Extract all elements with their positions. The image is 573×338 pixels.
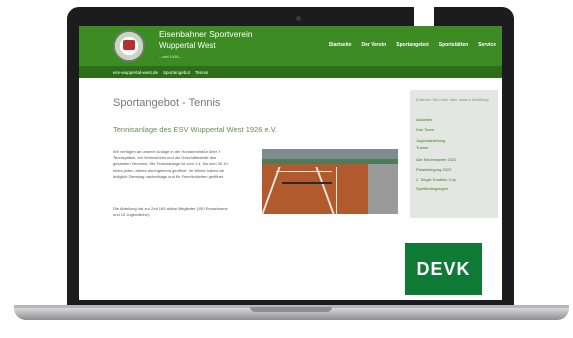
members-paragraph: Die Abteilung hat zur Zeit 165 aktive Mi… bbox=[113, 206, 228, 218]
sidebar-item-platzbelegung[interactable]: Platzbelegung 2022 bbox=[416, 167, 451, 172]
bezel-cutout bbox=[414, 7, 434, 27]
intro-paragraph: Wir verfügen an unserer Anlage in der Ho… bbox=[113, 149, 229, 179]
sidebar-item-team[interactable]: Das Team bbox=[416, 127, 434, 132]
court-line bbox=[262, 167, 281, 214]
sidebar-item-medenspiele[interactable]: Alle Medenspiele 2022 bbox=[416, 157, 456, 162]
sidebar bbox=[410, 90, 498, 218]
photo-stands bbox=[368, 164, 398, 214]
content-area: Sportangebot - Tennis Tennisanlage des E… bbox=[79, 26, 502, 300]
sidebar-item-spielbedingungen[interactable]: Spielbedingungen bbox=[416, 186, 448, 191]
sidebar-item-doubles-cup[interactable]: 2. Single Doubles Cup bbox=[416, 177, 456, 182]
page-title: Sportangebot - Tennis bbox=[113, 97, 221, 109]
page-subtitle: Tennisanlage des ESV Wuppertal West 1926… bbox=[113, 125, 278, 134]
sidebar-item-trainer[interactable]: Trainer bbox=[416, 145, 429, 150]
court-line bbox=[336, 167, 337, 214]
devk-sponsor-logo[interactable]: DEVK bbox=[405, 243, 482, 295]
court-net bbox=[282, 182, 332, 184]
laptop-opening-notch bbox=[250, 307, 332, 312]
sidebar-intro: Erfahren Sie mehr über unsere Abteilung: bbox=[416, 97, 490, 102]
sidebar-item-jugendabteilung[interactable]: Jugendabteilung bbox=[416, 138, 445, 143]
tennis-court-photo bbox=[262, 149, 398, 214]
webcam-icon bbox=[296, 16, 301, 21]
sidebar-item-aktuelles[interactable]: Aktuelles bbox=[416, 117, 432, 122]
court-line bbox=[315, 167, 335, 214]
court-line bbox=[276, 171, 332, 172]
